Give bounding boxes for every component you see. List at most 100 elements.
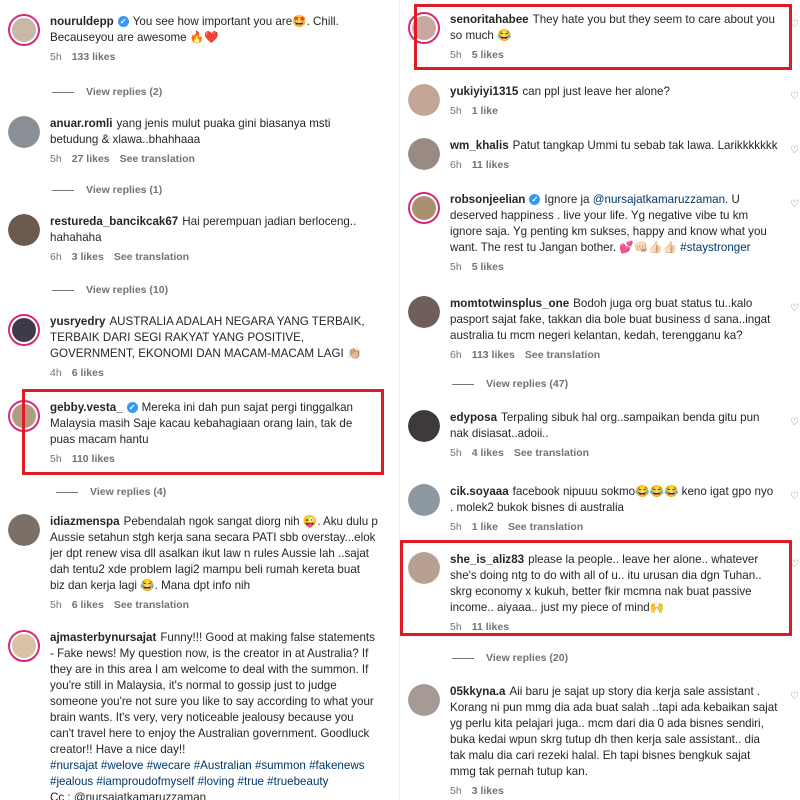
avatar[interactable]	[8, 116, 40, 148]
heart-outline-icon[interactable]: ♡	[790, 492, 800, 502]
avatar[interactable]	[408, 296, 440, 328]
view-replies-button[interactable]: View replies (4)	[56, 486, 166, 498]
comment-likes[interactable]: 3 likes	[472, 785, 504, 797]
comment-time[interactable]: 6h	[450, 159, 462, 171]
comment-username[interactable]: yusryedry	[50, 315, 105, 328]
comment-meta: 5h 1 like See translation	[450, 520, 778, 534]
avatar[interactable]	[8, 14, 40, 46]
verified-badge-icon: ✓	[117, 16, 129, 28]
comment-text: yusryedry AUSTRALIA ADALAH NEGARA YANG TE…	[50, 315, 365, 360]
comment-likes[interactable]: 11 likes	[472, 159, 509, 171]
comment-username[interactable]: ajmasterbynursajat	[50, 631, 156, 644]
comment-meta: 5h 1 like	[450, 104, 778, 118]
see-translation-button[interactable]: See translation	[114, 599, 189, 611]
comment-time[interactable]: 5h	[50, 153, 62, 165]
comment-time[interactable]: 5h	[450, 261, 462, 273]
comment-text: momtotwinsplus_one Bodoh juga org buat st…	[450, 297, 771, 342]
see-translation-button[interactable]: See translation	[525, 349, 600, 361]
view-replies-button[interactable]: View replies (1)	[52, 184, 162, 196]
view-replies-button[interactable]: View replies (10)	[52, 284, 168, 296]
comment-time[interactable]: 5h	[450, 521, 462, 533]
avatar[interactable]	[408, 410, 440, 442]
comment-text: anuar.romli yang jenis mulut puaka gini b…	[50, 117, 331, 146]
heart-outline-icon[interactable]: ♡	[790, 418, 800, 428]
verified-badge-icon: ✓	[529, 194, 541, 206]
replies-line	[52, 91, 74, 93]
avatar[interactable]	[408, 484, 440, 516]
comment-text: 05kkyna.a Aii baru je sajat up story dia …	[450, 685, 778, 778]
avatar[interactable]	[408, 84, 440, 116]
comment-likes[interactable]: 4 likes	[472, 447, 504, 459]
see-translation-button[interactable]: See translation	[514, 447, 589, 459]
avatar[interactable]	[8, 514, 40, 546]
comment-username[interactable]: robsonjeelian	[450, 193, 525, 206]
comment-time[interactable]: 4h	[50, 367, 62, 379]
comment-meta: 5h 6 likes See translation	[50, 598, 378, 612]
left-column: nouruldepp ✓ You see how important you are…	[0, 0, 400, 800]
comment-text: idiazmenspa Pebendalah ngok sangat diorg …	[50, 515, 378, 592]
red-highlight-box	[414, 4, 792, 70]
comment-time[interactable]: 5h	[50, 51, 62, 63]
comment-likes[interactable]: 1 like	[472, 105, 498, 117]
comment-text: nouruldepp ✓ You see how important you are…	[50, 15, 339, 44]
comment-likes[interactable]: 6 likes	[72, 367, 104, 379]
mention-link[interactable]: @nursajatkamaruzzaman	[593, 193, 725, 206]
comment-username[interactable]: anuar.romli	[50, 117, 113, 130]
comment-likes[interactable]: 27 likes	[72, 153, 110, 165]
comment-time[interactable]: 5h	[450, 785, 462, 797]
see-translation-button[interactable]: See translation	[508, 521, 583, 533]
heart-outline-icon[interactable]: ♡	[790, 146, 800, 156]
comment-time[interactable]: 5h	[450, 105, 462, 117]
comment-time[interactable]: 6h	[450, 349, 462, 361]
avatar[interactable]	[8, 214, 40, 246]
avatar[interactable]	[8, 314, 40, 346]
hashtag-list[interactable]: #nursajat #welove #wecare #Australian #s…	[50, 758, 378, 790]
comment-text: yukiyiyi1315 can ppl just leave her alone…	[450, 85, 670, 98]
comment-time[interactable]: 6h	[50, 251, 62, 263]
comment-text: ajmasterbynursajat Funny!!! Good at makin…	[50, 631, 375, 756]
heart-outline-icon[interactable]: ♡	[790, 692, 800, 702]
avatar[interactable]	[8, 630, 40, 662]
comment-likes[interactable]: 133 likes	[72, 51, 116, 63]
comment-likes[interactable]: 5 likes	[472, 261, 504, 273]
avatar[interactable]	[408, 192, 440, 224]
comment-username[interactable]: yukiyiyi1315	[450, 85, 518, 98]
avatar[interactable]	[408, 684, 440, 716]
comment-username[interactable]: wm_khalis	[450, 139, 509, 152]
heart-outline-icon[interactable]: ♡	[790, 200, 800, 210]
comment-meta: 6h 11 likes	[450, 158, 778, 172]
comment-meta: 6h 113 likes See translation	[450, 348, 778, 362]
heart-outline-icon[interactable]: ♡	[790, 92, 800, 102]
heart-outline-icon[interactable]: ♡	[790, 304, 800, 314]
avatar[interactable]	[408, 138, 440, 170]
comment-text: cik.soyaaa facebook nipuuu sokmo😂😂😂 keno …	[450, 485, 774, 514]
red-highlight-box	[22, 389, 384, 475]
comment-time[interactable]: 5h	[50, 599, 62, 611]
see-translation-button[interactable]: See translation	[114, 251, 189, 263]
comment-text: restureda_bancikcak67 Hai perempuan jadia…	[50, 215, 357, 244]
comment-username[interactable]: cik.soyaaa	[450, 485, 509, 498]
comment-time[interactable]: 5h	[450, 447, 462, 459]
comment-username[interactable]: 05kkyna.a	[450, 685, 505, 698]
view-replies-button[interactable]: View replies (2)	[52, 86, 162, 98]
comment-likes[interactable]: 6 likes	[72, 599, 104, 611]
view-replies-button[interactable]: View replies (20)	[452, 652, 568, 664]
comment-username[interactable]: edyposa	[450, 411, 497, 424]
comment-meta: 5h 27 likes See translation	[50, 152, 378, 166]
view-replies-button[interactable]: View replies (47)	[452, 378, 568, 390]
comment-likes[interactable]: 3 likes	[72, 251, 104, 263]
comment-text: robsonjeelian ✓ Ignore ja @nursajatkamaruz…	[450, 193, 767, 254]
comment-username[interactable]: nouruldepp	[50, 15, 114, 28]
replies-line	[56, 491, 78, 493]
comment-meta: 5h 4 likes See translation	[450, 446, 778, 460]
comment-username[interactable]: idiazmenspa	[50, 515, 120, 528]
comment-likes[interactable]: 1 like	[472, 521, 498, 533]
hashtag-link[interactable]: #staystronger	[680, 241, 750, 254]
replies-line	[52, 189, 74, 191]
comment-username[interactable]: momtotwinsplus_one	[450, 297, 569, 310]
comment-meta: 5h 133 likes	[50, 50, 378, 64]
comment-meta: 5h 3 likes	[450, 784, 778, 798]
comment-username[interactable]: restureda_bancikcak67	[50, 215, 178, 228]
comment-likes[interactable]: 113 likes	[472, 349, 515, 361]
see-translation-button[interactable]: See translation	[120, 153, 195, 165]
